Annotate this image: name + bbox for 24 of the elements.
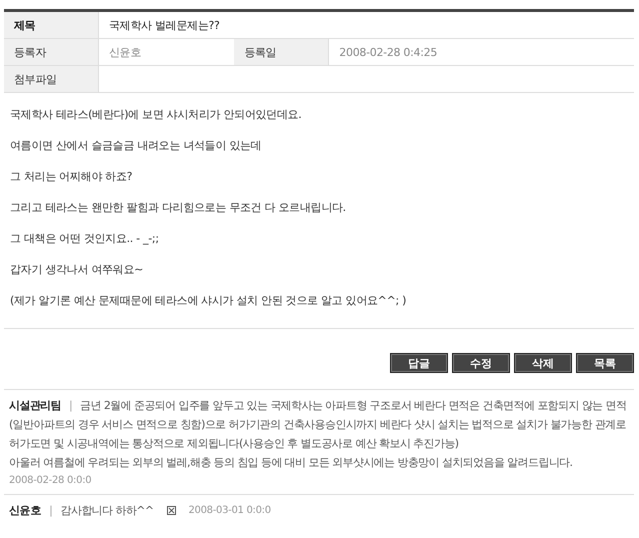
comment-text: 감사합니다 하하^^ — [60, 503, 154, 519]
post-text: 국제학사 테라스(베란다)에 보면 샤시처리가 안되어있던데요. — [10, 107, 302, 123]
action-button[interactable]: 답글 — [390, 353, 448, 373]
post-text: 그 대책은 어떤 것인지요.. - _-;; — [10, 231, 160, 247]
comment-author: 신윤호 — [9, 503, 42, 518]
action-button[interactable]: 목록 — [576, 353, 634, 373]
field-value: 2008-02-28 0:4:25 — [328, 38, 634, 66]
action-button[interactable]: 삭제 — [514, 353, 572, 373]
field-label: 등록일 — [234, 38, 329, 66]
comment-text: 시설관리팀 | 금년 2월에 준공되어 입주를 앞두고 있는 국제학사는 아파트형 구조로서 베란다 면적은 건축면적에 포함되지 않는 면적(일반아파트의 경우 서비스 면적으로 칭함)으로 허가기관의 건축사용승인시까지 베란다 샷시 설치는 법적으로 설치가 불가능한 관계로 허가도면 및 시공내역에는 통상적으로 제외됩니다(사용승인 후 별도공사로 예산 확보시 추진가능) 아울러 여름철에 우려되는 외부의 벌레,해충 등의 침입 등에 대비 모든 외부샷시에는 방충망이 설치되었음을 알려드립니다. — [9, 398, 628, 471]
field-label: 등록자 — [4, 38, 98, 66]
post-text: 그리고 테라스는 왠만한 팔힘과 다리힘으로는 무조건 다 오르내립니다. — [10, 200, 347, 216]
post-text: (제가 알기론 예산 문제때문에 테라스에 샤시가 설치 안된 것으로 알고 있어요^^; ) — [10, 293, 408, 309]
action-button[interactable]: 수정 — [452, 353, 510, 373]
post-text: 그 처리는 어찌해야 하죠? — [10, 169, 134, 185]
comment-date: 2008-02-28 0:0:0 — [9, 474, 92, 488]
separator: | — [49, 504, 53, 517]
comment-date: 2008-03-01 0:0:0 — [188, 504, 271, 518]
delete-icon[interactable] — [167, 506, 176, 515]
field-label: 첨부파일 — [4, 66, 98, 92]
post-text: 갑자기 생각나서 여쭈워요~ — [10, 262, 144, 278]
field-label: 제목 — [4, 10, 98, 38]
field-value: 국제학사 벌레문제는?? — [98, 10, 634, 38]
post-text: 여름이면 산에서 슬금슬금 내려오는 녀석들이 있는데 — [10, 138, 262, 154]
